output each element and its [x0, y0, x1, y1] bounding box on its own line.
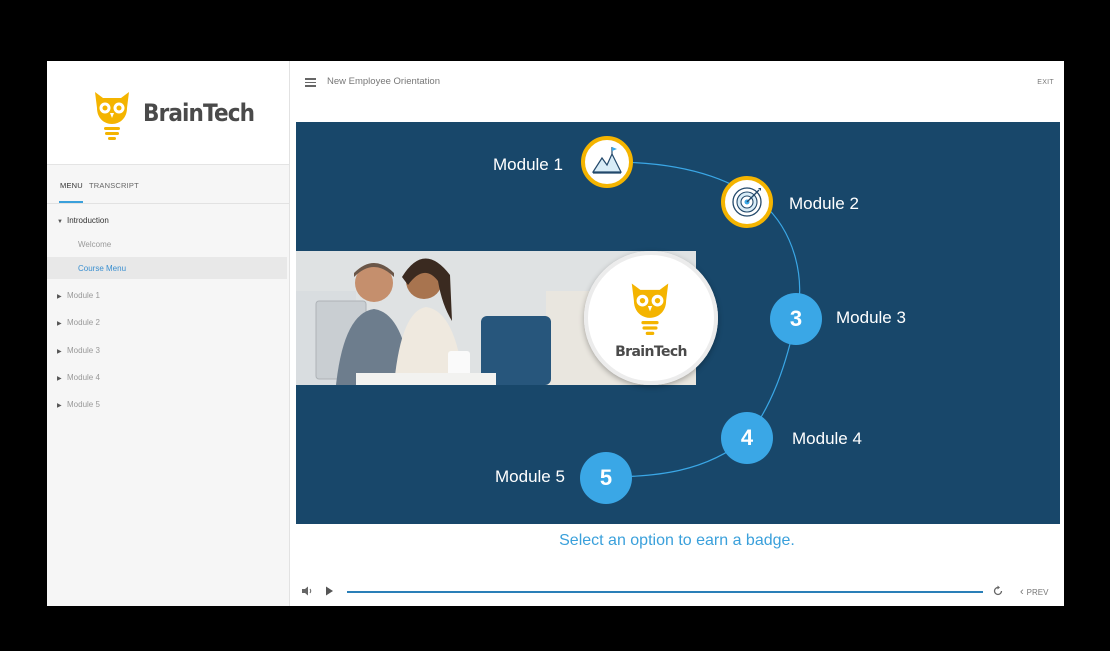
module-1-button[interactable]: [581, 136, 633, 188]
module-4-button[interactable]: 4: [721, 412, 773, 464]
module-5-label[interactable]: Module 5: [495, 467, 565, 487]
exit-button[interactable]: EXIT: [1037, 79, 1054, 86]
target-icon: [732, 187, 762, 217]
module-2-label[interactable]: Module 2: [789, 194, 859, 214]
owl-lightbulb-icon: [631, 283, 669, 335]
course-title: New Employee Orientation: [327, 76, 440, 87]
tab-transcript[interactable]: TRANSCRIPT: [89, 181, 139, 190]
owl-lightbulb-logo-icon: [95, 92, 129, 140]
brand-name: BrainTech: [143, 99, 255, 127]
hamburger-menu-icon[interactable]: [305, 78, 316, 87]
module-1-label[interactable]: Module 1: [493, 155, 563, 175]
menu-item-module-4[interactable]: ▶ Module 4: [57, 373, 100, 382]
sidebar-tabs: MENU TRANSCRIPT: [47, 165, 289, 204]
player-controls: ‹ PREV: [290, 581, 1064, 603]
active-tab-indicator: [59, 201, 83, 203]
badge-brand-name: BrainTech: [615, 344, 687, 360]
instruction-text: Select an option to earn a badge.: [559, 532, 795, 549]
main-content: New Employee Orientation EXIT BrainTech …: [290, 61, 1064, 606]
menu-item-module-5[interactable]: ▶ Module 5: [57, 400, 100, 409]
module-5-button[interactable]: 5: [580, 452, 632, 504]
caret-down-icon: ▼: [57, 219, 63, 225]
prev-button[interactable]: ‹ PREV: [1020, 586, 1048, 598]
menu-item-welcome[interactable]: Welcome: [78, 240, 111, 249]
sidebar: BrainTech MENU TRANSCRIPT ▼ Introduction …: [47, 61, 290, 606]
progress-bar[interactable]: [347, 591, 983, 593]
chevron-left-icon: ‹: [1020, 586, 1024, 598]
caret-right-icon: ▶: [57, 294, 62, 300]
module-4-label[interactable]: Module 4: [792, 429, 862, 449]
menu-item-module-3[interactable]: ▶ Module 3: [57, 346, 100, 355]
menu-item-module-1[interactable]: ▶ Module 1: [57, 291, 100, 300]
caret-right-icon: ▶: [57, 403, 62, 409]
slide-stage: BrainTech Module 1 Module 2 3 Module 3 4…: [296, 122, 1060, 524]
braintech-badge: BrainTech: [584, 251, 718, 385]
menu-item-course-menu[interactable]: Course Menu: [78, 264, 126, 273]
logo-area: BrainTech: [47, 61, 289, 165]
tab-menu[interactable]: MENU: [60, 181, 83, 190]
module-3-button[interactable]: 3: [770, 293, 822, 345]
menu-item-introduction[interactable]: ▼ Introduction: [57, 216, 109, 225]
module-3-label[interactable]: Module 3: [836, 308, 906, 328]
play-icon[interactable]: [325, 586, 334, 596]
replay-icon[interactable]: [992, 585, 1004, 597]
mountain-flag-icon: [589, 144, 625, 180]
volume-icon[interactable]: [301, 586, 313, 596]
app-window: BrainTech MENU TRANSCRIPT ▼ Introduction …: [47, 61, 1064, 606]
menu-item-module-2[interactable]: ▶ Module 2: [57, 318, 100, 327]
module-2-button[interactable]: [721, 176, 773, 228]
caret-right-icon: ▶: [57, 349, 62, 355]
caret-right-icon: ▶: [57, 321, 62, 327]
caret-right-icon: ▶: [57, 376, 62, 382]
